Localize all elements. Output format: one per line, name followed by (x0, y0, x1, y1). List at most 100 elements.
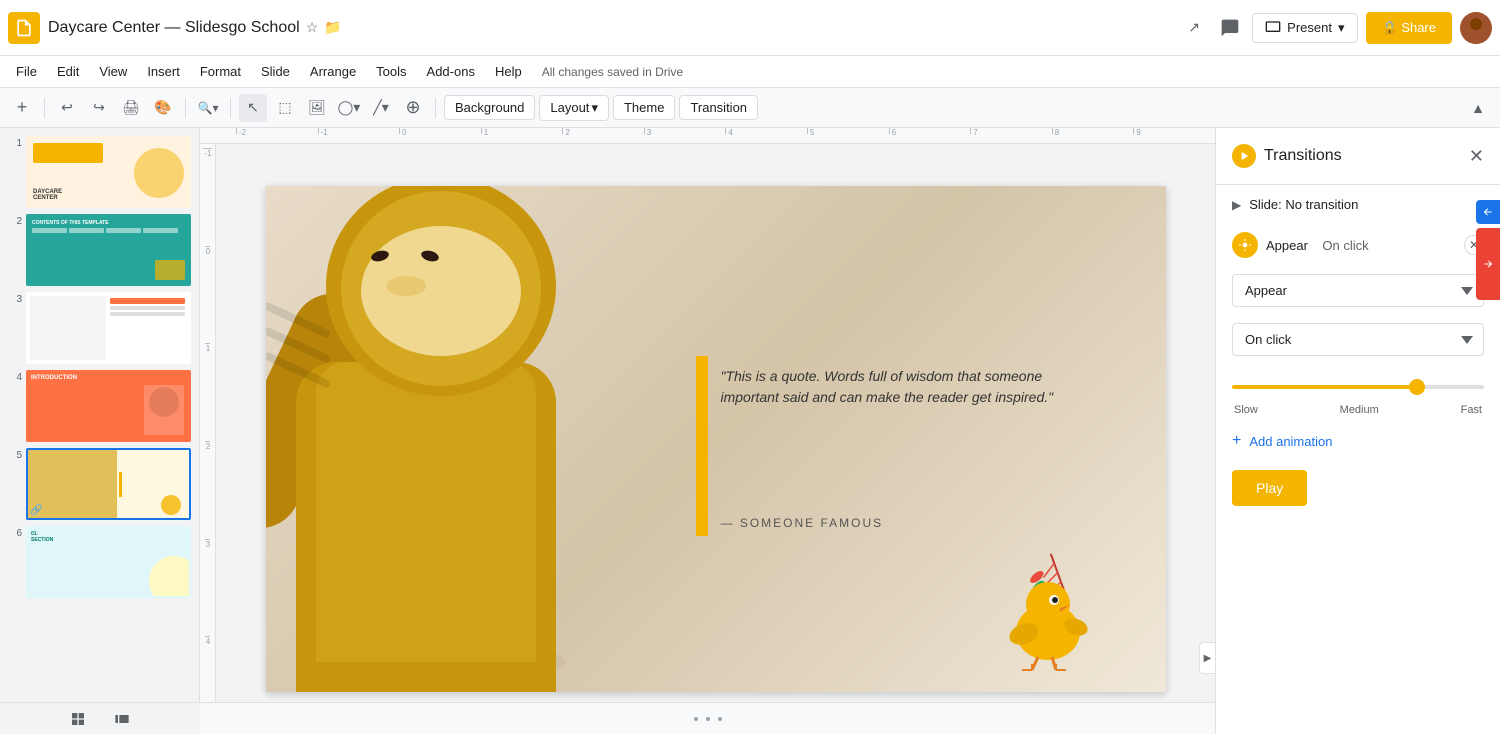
avatar[interactable] (1460, 12, 1492, 44)
slide-transition-text: Slide: No transition (1249, 197, 1358, 212)
present-button[interactable]: Present ▾ (1252, 13, 1357, 43)
slide-thumb-5[interactable]: 5 🔗 (8, 448, 191, 520)
collapse-toolbar-button[interactable]: ▲ (1464, 94, 1492, 122)
menu-edit[interactable]: Edit (49, 60, 87, 83)
slide-image-6[interactable]: 01.SECTION (26, 526, 191, 598)
speed-section: Slow Medium Fast (1216, 364, 1500, 420)
animation-label: Appear On click (1266, 238, 1456, 253)
toolbar: + ↩ ↪ 🖨 🎨 🔍▾ ↖ ⬚ 🖼 ◯▾ ╱▾ ⊕ Background La… (0, 88, 1500, 128)
slide-image-2[interactable]: CONTENTS OF THIS TEMPLATE (26, 214, 191, 286)
top-right-actions: ↗ Present ▾ 🔒 Share (1180, 12, 1492, 44)
play-button-row: Play (1216, 462, 1500, 514)
menu-view[interactable]: View (91, 60, 135, 83)
menu-addons[interactable]: Add-ons (419, 60, 483, 83)
zoom-button[interactable]: 🔍▾ (194, 94, 222, 122)
menu-format[interactable]: Format (192, 60, 249, 83)
link-badge: 🔗 (30, 505, 42, 516)
filmstrip-view-button[interactable] (108, 705, 136, 733)
autosave-status: All changes saved in Drive (534, 61, 691, 83)
share-button[interactable]: 🔒 Share (1366, 12, 1453, 44)
bottom-bar (200, 702, 1215, 734)
menu-tools[interactable]: Tools (368, 60, 414, 83)
ruler-vertical: -1 0 1 2 3 4 (200, 144, 216, 734)
add-button[interactable]: + (8, 94, 36, 122)
panel-close-button[interactable]: ✕ (1469, 146, 1484, 167)
more-tool[interactable]: ⊕ (399, 94, 427, 122)
slide-thumb-1[interactable]: 1 DAYCARECENTER (8, 136, 191, 208)
bottom-dot-2 (706, 717, 710, 721)
trend-icon[interactable]: ↗ (1180, 14, 1208, 42)
print-button[interactable]: 🖨 (117, 94, 145, 122)
transition-button[interactable]: Transition (679, 95, 758, 120)
panel-header: Transitions ✕ (1216, 128, 1500, 185)
red-side-icon[interactable] (1476, 228, 1500, 300)
speed-medium-label: Medium (1340, 404, 1379, 416)
slide-thumb-6[interactable]: 6 01.SECTION (8, 526, 191, 598)
slide-image-3[interactable] (26, 292, 191, 364)
paint-format-button[interactable]: 🎨 (149, 94, 177, 122)
panel-expand-button[interactable]: ▶ (1199, 642, 1215, 674)
folder-icon[interactable]: 📁 (324, 19, 341, 36)
menu-arrange[interactable]: Arrange (302, 60, 364, 83)
title-bar: Daycare Center — Slidesgo School ☆ 📁 ↗ P… (0, 0, 1500, 56)
slide-image-5[interactable]: 🔗 (26, 448, 191, 520)
frame-tool[interactable]: ⬚ (271, 94, 299, 122)
appear-dropdown-row: Appear Fade in Fly in from left Fly in f… (1216, 266, 1500, 315)
menu-bar: File Edit View Insert Format Slide Arran… (0, 56, 1500, 88)
canvas-wrapper: -1 0 1 2 3 4 (200, 144, 1215, 734)
menu-insert[interactable]: Insert (139, 60, 188, 83)
panel-title: Transitions (1264, 147, 1342, 165)
toolbar-sep-3 (230, 98, 231, 118)
redo-button[interactable]: ↪ (85, 94, 113, 122)
animation-item: Appear On click ✕ (1216, 224, 1500, 266)
view-toggle (0, 702, 200, 734)
shape-tool[interactable]: ◯▾ (335, 94, 363, 122)
menu-slide[interactable]: Slide (253, 60, 298, 83)
app-logo[interactable] (8, 12, 40, 44)
canvas-area: -2 -1 0 1 2 3 4 5 6 7 8 9 -1 0 1 (200, 128, 1215, 734)
speed-slider[interactable] (1232, 385, 1484, 389)
section-arrow: ▶ (1232, 198, 1241, 212)
undo-button[interactable]: ↩ (53, 94, 81, 122)
add-anim-plus-icon: + (1232, 432, 1241, 450)
bottom-dot-1 (694, 717, 698, 721)
grid-view-button[interactable] (64, 705, 92, 733)
speed-slow-label: Slow (1234, 404, 1258, 416)
image-tool[interactable]: 🖼 (303, 94, 331, 122)
play-button[interactable]: Play (1232, 470, 1307, 506)
star-icon[interactable]: ☆ (306, 19, 319, 36)
main-area: 1 DAYCARECENTER 2 CONTENTS OF THIS TEMPL… (0, 128, 1500, 734)
theme-button[interactable]: Theme (613, 95, 675, 120)
slide-thumb-3[interactable]: 3 (8, 292, 191, 364)
slide-canvas[interactable]: "This is a quote. Words full of wisdom t… (216, 144, 1215, 734)
quote-text: "This is a quote. Words full of wisdom t… (721, 366, 1071, 408)
animation-icon (1232, 232, 1258, 258)
slide-thumb-4[interactable]: 4 INTRODUCTION (8, 370, 191, 442)
speed-labels: Slow Medium Fast (1232, 404, 1484, 416)
appear-dropdown[interactable]: Appear Fade in Fly in from left Fly in f… (1232, 274, 1484, 307)
slide-thumb-2[interactable]: 2 CONTENTS OF THIS TEMPLATE (8, 214, 191, 286)
menu-help[interactable]: Help (487, 60, 530, 83)
quote-yellow-bar (696, 356, 708, 536)
select-tool[interactable]: ↖ (239, 94, 267, 122)
line-tool[interactable]: ╱▾ (367, 94, 395, 122)
slide-image-4[interactable]: INTRODUCTION (26, 370, 191, 442)
on-click-dropdown[interactable]: On click After previous With previous (1232, 323, 1484, 356)
chat-icon[interactable] (1216, 14, 1244, 42)
slide-transition-section[interactable]: ▶ Slide: No transition (1216, 185, 1500, 224)
speed-fast-label: Fast (1461, 404, 1482, 416)
quote-author: — SOMEONE FAMOUS (721, 516, 884, 530)
toolbar-sep-4 (435, 98, 436, 118)
layout-button[interactable]: Layout ▾ (539, 95, 609, 121)
bottom-dot-3 (718, 717, 722, 721)
chick-illustration (976, 542, 1106, 672)
menu-file[interactable]: File (8, 60, 45, 83)
blue-side-icon[interactable] (1476, 200, 1500, 224)
doc-title[interactable]: Daycare Center — Slidesgo School (48, 19, 300, 37)
on-click-dropdown-row: On click After previous With previous (1216, 315, 1500, 364)
slide-image-1[interactable]: DAYCARECENTER (26, 136, 191, 208)
toolbar-sep-2 (185, 98, 186, 118)
add-animation-button[interactable]: + Add animation (1216, 420, 1500, 462)
background-button[interactable]: Background (444, 95, 535, 120)
doc-title-area: Daycare Center — Slidesgo School ☆ 📁 (48, 19, 1180, 37)
